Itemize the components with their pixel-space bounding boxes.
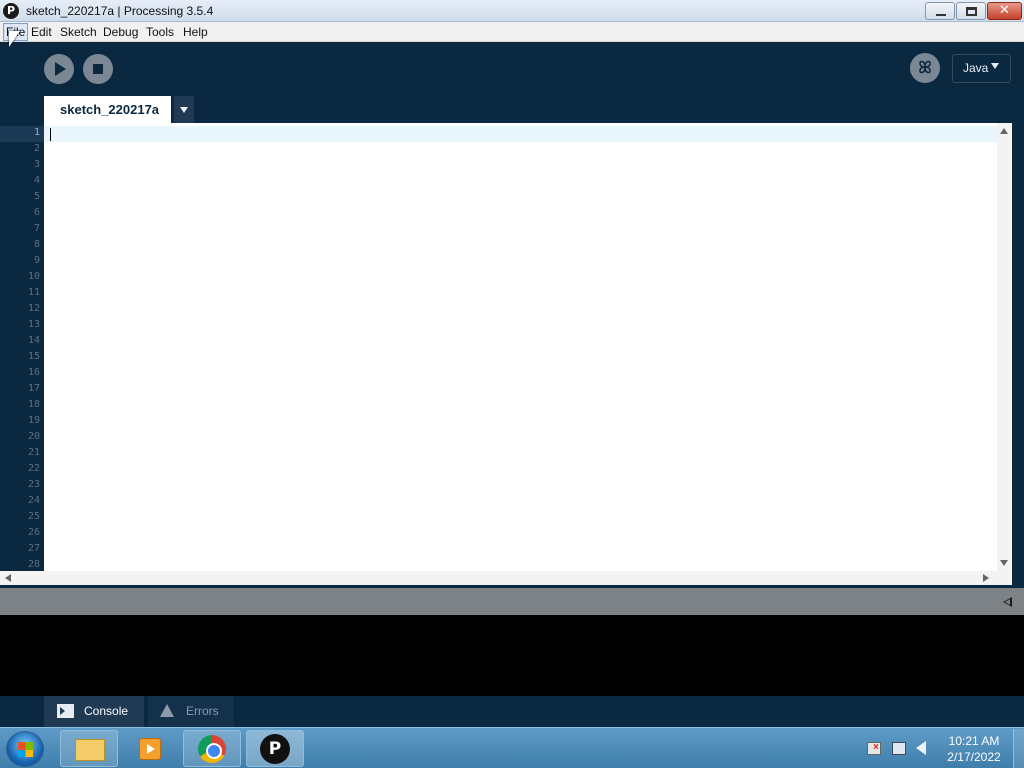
media-player-icon — [139, 738, 161, 760]
taskbar-chrome[interactable] — [183, 730, 241, 767]
close-button[interactable]: ✕ — [987, 2, 1022, 20]
line-number: 28 — [27, 559, 40, 570]
line-number: 1 — [33, 127, 40, 138]
clock-time: 10:21 AM — [948, 734, 1000, 748]
line-number: 7 — [33, 223, 40, 234]
taskbar-processing[interactable]: P — [246, 730, 304, 767]
processing-logo-icon: P — [260, 734, 290, 764]
line-number: 23 — [27, 479, 40, 490]
windows-logo-icon — [18, 742, 33, 757]
line-number: 12 — [27, 303, 40, 314]
menu-sketch[interactable]: Sketch — [60, 25, 97, 39]
action-center-icon[interactable] — [867, 742, 881, 755]
scroll-up-icon[interactable] — [1000, 128, 1008, 134]
line-number: 14 — [27, 335, 40, 346]
line-number: 8 — [33, 239, 40, 250]
maximize-icon — [966, 7, 977, 16]
network-icon[interactable] — [892, 742, 906, 755]
taskbar-explorer[interactable] — [60, 730, 118, 767]
start-button[interactable] — [6, 731, 44, 767]
play-icon — [55, 62, 66, 76]
line-number: 13 — [27, 319, 40, 330]
show-desktop-button[interactable] — [1013, 729, 1024, 768]
tab-console-label: Console — [84, 704, 129, 718]
stop-icon — [93, 64, 103, 74]
console-tab-bar: Console Errors — [0, 696, 1024, 727]
mouse-cursor — [9, 31, 20, 47]
line-number: 18 — [27, 399, 40, 410]
scroll-right-icon[interactable] — [983, 574, 989, 582]
line-number: 22 — [27, 463, 40, 474]
scroll-down-icon[interactable] — [1000, 560, 1008, 566]
debugger-button[interactable]: ꕤ — [910, 53, 940, 83]
line-number-gutter: 1 2 3 4 5 6 7 8 9 10 11 12 13 14 15 16 17 18 19 20 21 22 23 24 2… — [0, 123, 44, 571]
clock-date: 2/17/2022 — [947, 750, 1001, 764]
chrome-icon — [198, 735, 226, 763]
toolbar: ꕤ Java sketch_220217a — [0, 42, 1024, 123]
tab-console[interactable]: Console — [44, 696, 144, 727]
horizontal-scrollbar[interactable] — [0, 571, 1012, 585]
line-number: 3 — [33, 159, 40, 170]
menu-edit[interactable]: Edit — [31, 25, 52, 39]
line-number: 17 — [27, 383, 40, 394]
line-number: 15 — [27, 351, 40, 362]
menu-tools[interactable]: Tools — [146, 25, 174, 39]
text-caret — [50, 128, 51, 141]
menu-help[interactable]: Help — [183, 25, 208, 39]
line-number: 16 — [27, 367, 40, 378]
editor-right-margin — [1012, 123, 1024, 585]
line-number: 9 — [33, 255, 40, 266]
menu-debug[interactable]: Debug — [103, 25, 138, 39]
line-number: 10 — [27, 271, 40, 282]
line-number: 24 — [27, 495, 40, 506]
console-output[interactable] — [0, 615, 1024, 696]
line-number: 25 — [27, 511, 40, 522]
tab-errors-label: Errors — [186, 704, 219, 718]
chevron-down-icon — [180, 107, 188, 113]
warning-icon — [160, 704, 174, 717]
window-title: sketch_220217a | Processing 3.5.4 — [26, 4, 214, 18]
collapse-console-icon[interactable] — [1003, 597, 1012, 607]
folder-icon — [75, 739, 105, 761]
tab-sketch[interactable]: sketch_220217a — [44, 96, 171, 123]
mode-selector[interactable]: Java — [952, 54, 1011, 83]
tab-errors[interactable]: Errors — [148, 696, 234, 727]
line-number: 20 — [27, 431, 40, 442]
line-number: 5 — [33, 191, 40, 202]
tab-menu-button[interactable] — [174, 96, 194, 123]
code-editor[interactable] — [44, 123, 997, 571]
line-number: 4 — [33, 175, 40, 186]
line-number: 27 — [27, 543, 40, 554]
console-icon — [57, 704, 74, 718]
stop-button[interactable] — [83, 54, 113, 84]
chevron-down-icon — [991, 63, 999, 69]
line-number: 6 — [33, 207, 40, 218]
line-number: 11 — [27, 287, 40, 298]
menu-bar: File Edit Sketch Debug Tools Help — [0, 22, 1024, 42]
processing-logo-icon: P — [3, 3, 19, 19]
current-line-highlight — [44, 126, 997, 142]
status-bar — [0, 588, 1024, 615]
taskbar-media-player[interactable] — [122, 730, 180, 767]
volume-icon[interactable] — [916, 741, 926, 755]
vertical-scrollbar[interactable] — [997, 123, 1012, 571]
minimize-button[interactable] — [925, 2, 955, 20]
line-number: 21 — [27, 447, 40, 458]
line-number: 2 — [33, 143, 40, 154]
mode-label: Java — [963, 61, 989, 75]
minimize-icon — [936, 14, 946, 16]
maximize-button[interactable] — [956, 2, 986, 20]
line-number: 26 — [27, 527, 40, 538]
tab-label: sketch_220217a — [60, 102, 160, 117]
close-icon: ✕ — [999, 3, 1010, 18]
run-button[interactable] — [44, 54, 74, 84]
debugger-icon: ꕤ — [918, 58, 932, 77]
scroll-left-icon[interactable] — [5, 574, 11, 582]
line-number: 19 — [27, 415, 40, 426]
window-title-bar[interactable]: P sketch_220217a | Processing 3.5.4 ✕ — [0, 0, 1024, 22]
system-clock[interactable]: 10:21 AM 2/17/2022 — [940, 733, 1008, 765]
windows-taskbar: P 10:21 AM 2/17/2022 — [0, 727, 1024, 768]
